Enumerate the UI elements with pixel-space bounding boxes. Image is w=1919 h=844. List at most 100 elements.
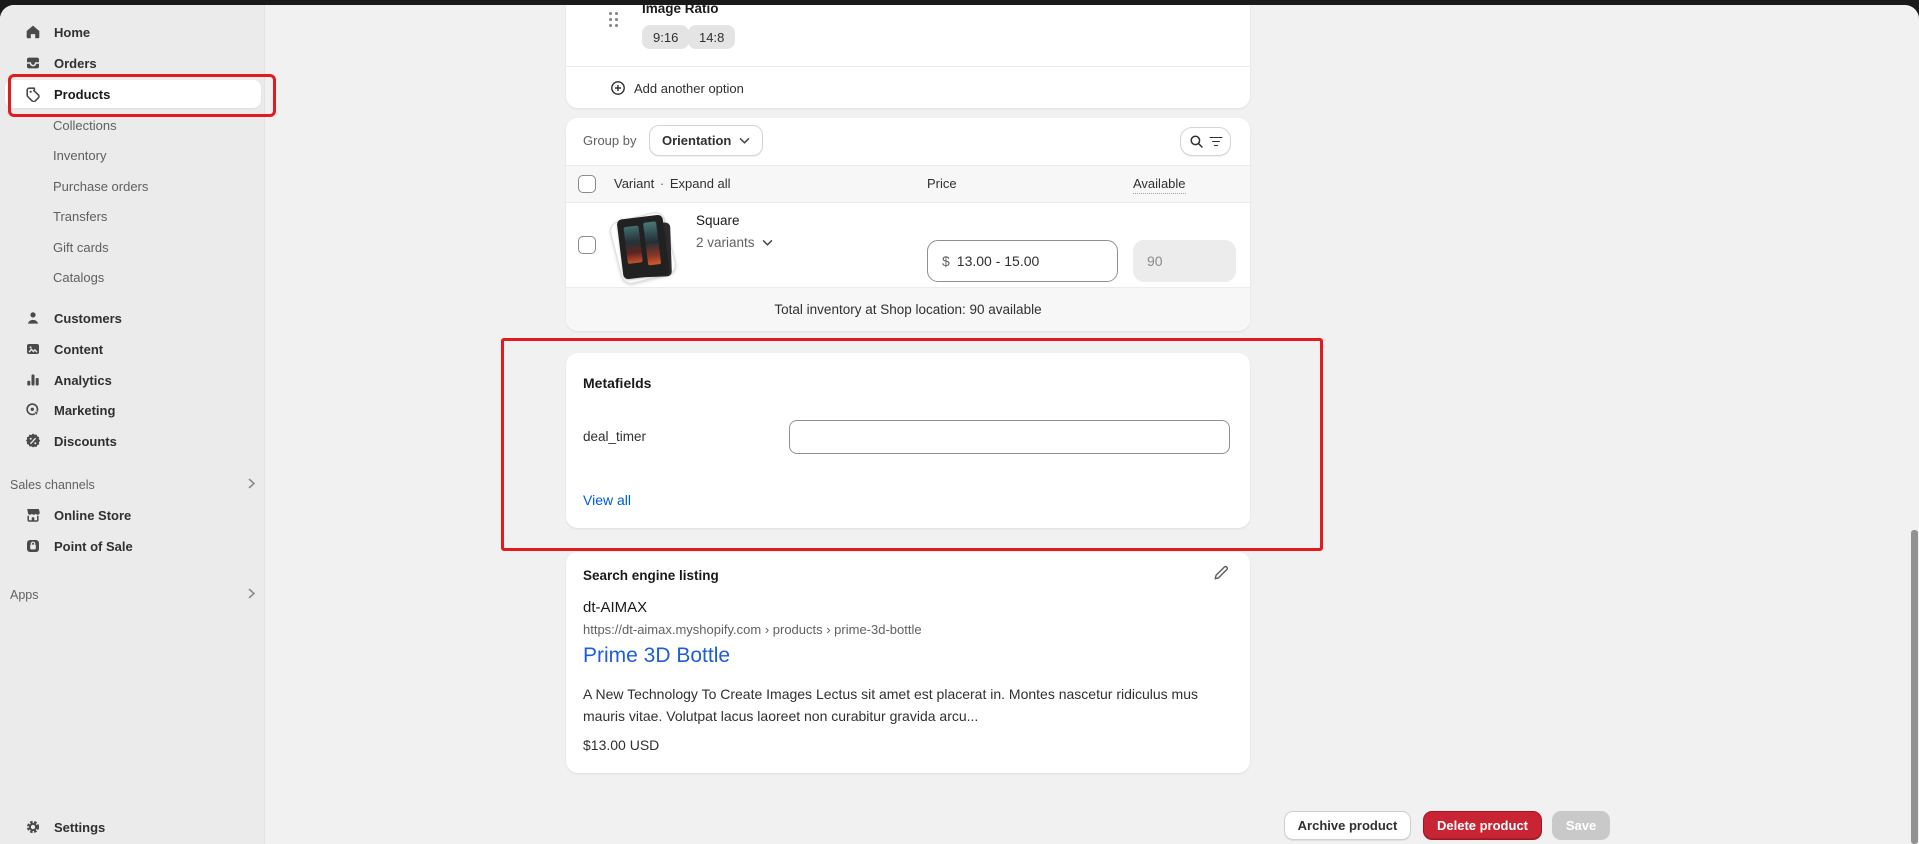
sidebar-item-inventory[interactable]: Inventory [5, 141, 261, 169]
variant-table-header: Variant · Expand all Price Available [566, 165, 1250, 203]
sidebar-item-gift-cards[interactable]: Gift cards [5, 233, 261, 261]
seo-card-title: Search engine listing [583, 568, 719, 583]
sidebar-item-transfers[interactable]: Transfers [5, 202, 261, 230]
variant-thumbnail[interactable] [609, 214, 681, 282]
chevron-right-icon [248, 476, 256, 494]
sidebar-item-label: Transfers [53, 209, 107, 224]
sidebar-item-content[interactable]: Content [5, 335, 261, 363]
sidebar-item-catalogs[interactable]: Catalogs [5, 263, 261, 291]
admin-page: Home Orders Products Collections Invento… [0, 5, 1919, 844]
sidebar-item-label: Home [54, 25, 90, 40]
variant-row: Square 2 variants $ 13.00 - 15.00 [566, 203, 1250, 287]
variant-header-label: Variant [614, 176, 654, 191]
sidebar-item-home[interactable]: Home [5, 18, 261, 46]
sidebar-item-label: Gift cards [53, 240, 109, 255]
header-separator: · [660, 176, 664, 191]
scrollbar-thumb[interactable] [1911, 530, 1918, 844]
total-inventory-text: Total inventory at Shop location: 90 ava… [774, 302, 1041, 317]
group-by-value: Orientation [662, 133, 731, 148]
sidebar-item-label: Orders [54, 56, 97, 71]
seo-description: A New Technology To Create Images Lectus… [583, 683, 1238, 727]
search-and-filter-button[interactable] [1180, 127, 1231, 156]
archive-product-button[interactable]: Archive product [1284, 811, 1411, 840]
section-label: Apps [10, 588, 39, 602]
variant-row-checkbox[interactable] [578, 236, 596, 254]
option-name: Image Ratio [642, 5, 719, 16]
available-quantity-input[interactable] [1133, 240, 1236, 282]
sidebar-item-label: Inventory [53, 148, 106, 163]
sidebar-section-sales-channels[interactable]: Sales channels [10, 472, 256, 498]
sidebar-item-label: Analytics [54, 373, 112, 388]
column-header-variant: Variant · Expand all [614, 176, 731, 191]
sidebar-item-label: Catalogs [53, 270, 104, 285]
seo-site-name: dt-AIMAX [583, 599, 647, 616]
add-another-option-label: Add another option [634, 81, 744, 96]
column-header-price: Price [927, 176, 957, 191]
group-by-label: Group by [583, 133, 636, 148]
divider [566, 66, 1250, 67]
sidebar-item-label: Purchase orders [53, 179, 148, 194]
seo-breadcrumb-url: https://dt-aimax.myshopify.com › product… [583, 622, 922, 637]
sidebar-item-customers[interactable]: Customers [5, 304, 261, 332]
delete-product-button[interactable]: Delete product [1423, 811, 1542, 840]
save-button[interactable]: Save [1552, 811, 1610, 840]
sidebar-item-label: Collections [53, 118, 117, 133]
analytics-icon [24, 372, 41, 389]
home-icon [24, 24, 41, 41]
pencil-icon[interactable] [1212, 564, 1232, 584]
customers-icon [24, 310, 41, 327]
sidebar-item-analytics[interactable]: Analytics [5, 366, 261, 394]
sidebar-item-purchase-orders[interactable]: Purchase orders [5, 172, 261, 200]
sidebar-item-label: Content [54, 342, 103, 357]
variant-expand-toggle[interactable]: 2 variants [696, 235, 773, 250]
sidebar-item-marketing[interactable]: Marketing [5, 396, 261, 424]
filter-icon [1210, 137, 1223, 147]
variant-options-card: Image Ratio 9:16 14:8 Add another option [566, 5, 1250, 108]
sidebar-item-orders[interactable]: Orders [5, 49, 261, 77]
sidebar-item-label: Point of Sale [54, 539, 133, 554]
sidebar-section-apps[interactable]: Apps [10, 582, 256, 608]
select-all-checkbox[interactable] [578, 175, 596, 193]
expand-all-button[interactable]: Expand all [670, 176, 731, 191]
store-icon [24, 507, 41, 524]
content-icon [24, 341, 41, 358]
section-label: Sales channels [10, 478, 95, 492]
sidebar-item-label: Customers [54, 311, 122, 326]
annotation-box-metafields [501, 338, 1323, 551]
drag-handle-icon[interactable] [609, 12, 619, 28]
total-inventory-footer: Total inventory at Shop location: 90 ava… [566, 287, 1250, 331]
variant-name[interactable]: Square [696, 213, 740, 228]
sidebar-item-label: Discounts [54, 434, 117, 449]
chevron-down-icon [762, 239, 773, 247]
group-by-select[interactable]: Orientation [649, 125, 763, 156]
sidebar-item-settings[interactable]: Settings [5, 813, 261, 841]
variants-card: Group by Orientation Variant · Expand al… [566, 118, 1250, 331]
option-value-chip[interactable]: 9:16 [642, 25, 689, 49]
sidebar-item-online-store[interactable]: Online Store [5, 501, 261, 529]
seo-price: $13.00 USD [583, 737, 659, 753]
sidebar-item-label: Settings [54, 820, 105, 835]
currency-prefix: $ [942, 253, 950, 269]
product-image [617, 214, 670, 279]
sidebar: Home Orders Products Collections Invento… [0, 5, 265, 844]
sidebar-item-discounts[interactable]: Discounts [5, 427, 261, 455]
sidebar-item-label: Marketing [54, 403, 115, 418]
gear-icon [24, 819, 41, 836]
chevron-right-icon [248, 586, 256, 604]
add-another-option-button[interactable]: Add another option [602, 75, 744, 101]
orders-icon [24, 55, 41, 72]
sidebar-item-point-of-sale[interactable]: Point of Sale [5, 532, 261, 560]
seo-page-title-link[interactable]: Prime 3D Bottle [583, 644, 730, 668]
price-value: 13.00 - 15.00 [957, 253, 1040, 269]
price-input[interactable]: $ 13.00 - 15.00 [927, 240, 1118, 282]
search-icon [1189, 134, 1204, 149]
chevron-down-icon [739, 137, 750, 145]
chip-label: 9:16 [653, 30, 678, 45]
annotation-box-products [8, 74, 276, 117]
sidebar-item-label: Online Store [54, 508, 131, 523]
column-header-available: Available [1133, 176, 1186, 194]
marketing-icon [24, 402, 41, 419]
option-value-chip[interactable]: 14:8 [688, 25, 735, 49]
search-engine-listing-card: Search engine listing dt-AIMAX https://d… [566, 552, 1250, 773]
discounts-icon [24, 433, 41, 450]
